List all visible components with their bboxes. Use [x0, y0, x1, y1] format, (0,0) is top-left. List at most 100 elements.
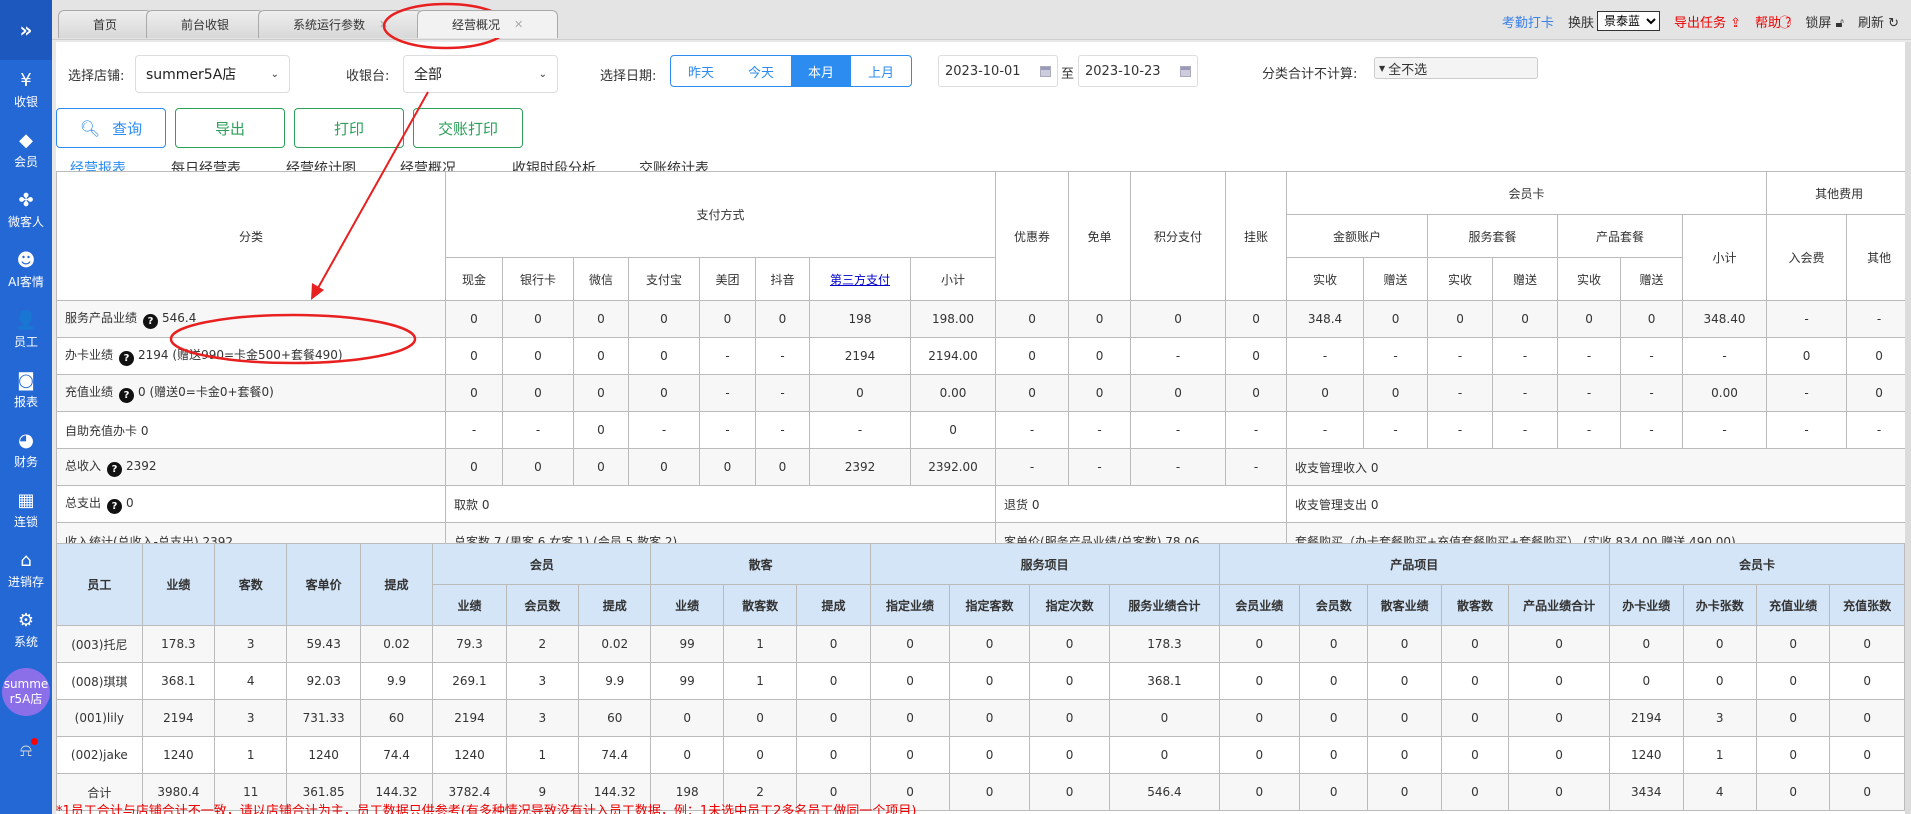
query-button[interactable]: 🔍︎ 查询 — [56, 108, 166, 148]
help-icon[interactable]: ? — [119, 351, 135, 366]
date-range-button[interactable]: 今天 — [731, 56, 791, 86]
sidebar-item[interactable]: ▦ 连锁 — [0, 480, 52, 540]
staff-cell: 0 — [1829, 662, 1905, 700]
calendar-icon[interactable] — [1180, 65, 1191, 77]
staff-cell: 0 — [1755, 773, 1831, 811]
report-cell: - — [1427, 411, 1494, 449]
header-payment-col: 支付宝 — [628, 257, 700, 301]
sidebar-item[interactable]: ◆ 会员 — [0, 120, 52, 180]
staff-cell: 0 — [1367, 773, 1442, 811]
export-tasks-label: 导出任务 — [1673, 15, 1726, 31]
staff-cell: 0 — [796, 662, 871, 700]
help-link[interactable]: 帮助 ?⃝ — [1755, 12, 1791, 31]
date-range-button[interactable]: 上月 — [851, 56, 911, 86]
header-gift: 赠送 — [1492, 257, 1559, 301]
header-payment-col: 银行卡 — [502, 257, 574, 301]
header-payment-col[interactable]: 第三方支付 — [809, 257, 911, 301]
report-cell: - — [699, 337, 756, 375]
staff-cell: 269.1 — [432, 662, 507, 700]
report-cell: 0 — [1130, 300, 1227, 338]
report-row-label: 自助充值办卡 0 — [56, 411, 446, 449]
close-icon[interactable]: ✕ — [379, 18, 388, 31]
staff-cell: 0 — [1682, 625, 1757, 663]
export-tasks-link[interactable]: 导出任务 ⇪ — [1674, 12, 1741, 31]
sidebar-item[interactable]: ✤ 微客人 — [0, 180, 52, 240]
sidebar-icon: ◙ — [17, 369, 35, 391]
close-icon[interactable]: ✕ — [514, 18, 523, 31]
store-select[interactable]: summer5A店 ⌄ — [135, 55, 290, 93]
print-button[interactable]: 打印 — [294, 108, 404, 148]
report-cell: 2194 — [809, 337, 911, 375]
staff-cell: 92.03 — [286, 662, 361, 700]
sidebar-toggle[interactable]: » — [0, 0, 52, 60]
date-range-button[interactable]: 昨天 — [671, 56, 731, 86]
top-bar: 首页 前台收银 系统运行参数 ✕ 经营概况 ✕ 考勤打卡 换肤 景泰蓝 导出任务 ⇪ 帮助… — [52, 0, 1911, 40]
exclude-category-select[interactable]: ▼ 全不选 — [1374, 57, 1538, 79]
page-tab[interactable]: 首页 — [58, 10, 153, 38]
header-payment-col-label: 微信 — [588, 272, 613, 287]
sidebar-item[interactable]: ¥ 收银 — [0, 60, 52, 120]
report-cell: 0 — [628, 374, 700, 412]
store-avatar[interactable]: summer5A店 — [2, 668, 50, 716]
vertical-scrollbar[interactable] — [1905, 42, 1911, 814]
notification-bell[interactable]: ⍾ — [16, 738, 38, 762]
row-value: 546.4 — [162, 311, 197, 325]
page-tab[interactable]: 系统运行参数 ✕ — [258, 10, 424, 38]
staff-cell: 0 — [1755, 662, 1831, 700]
sidebar-item[interactable]: ◕ 财务 — [0, 420, 52, 480]
third-party-payment-link[interactable]: 第三方支付 — [830, 273, 890, 287]
report-cell: - — [1068, 448, 1132, 486]
staff-cell: 0 — [949, 773, 1030, 811]
date-to-input[interactable]: 2023-10-23 — [1078, 55, 1198, 87]
staff-cell: 0 — [1609, 662, 1684, 700]
attendance-link[interactable]: 考勤打卡 — [1502, 12, 1554, 31]
staff-cell: 0 — [869, 699, 951, 737]
staff-cell: 0 — [1109, 699, 1220, 737]
export-button[interactable]: 导出 — [175, 108, 285, 148]
page-tab[interactable]: 经营概况 ✕ — [417, 10, 559, 38]
sidebar-item[interactable]: ⌂ 进销存 — [0, 540, 52, 600]
row-value: 2194 — [138, 348, 169, 362]
staff-subheader: 会员业绩 — [1218, 584, 1301, 626]
header-card-subtotal: 小计 — [1682, 214, 1768, 301]
skin-label: 换肤 — [1567, 15, 1594, 31]
skin-select[interactable]: 景泰蓝 — [1596, 11, 1660, 31]
report-cell: 0 — [445, 337, 503, 375]
report-cell: - — [1363, 337, 1429, 375]
header-amount-account: 金额账户 — [1286, 214, 1429, 258]
report-cell: 0 — [502, 374, 574, 412]
date-from-input[interactable]: 2023-10-01 — [938, 55, 1058, 87]
lock-icon: 🔓︎ — [1835, 15, 1844, 31]
sidebar-item[interactable]: ☻ AI客情 — [0, 240, 52, 300]
help-icon[interactable]: ? — [107, 499, 123, 514]
sidebar-item[interactable]: ◙ 报表 — [0, 360, 52, 420]
report-cell: - — [699, 411, 756, 449]
sidebar-item[interactable]: ⚙ 系统 — [0, 600, 52, 660]
report-row-expense: 总支出? 0 取款 0 退货 0 收支管理支出 0 — [56, 485, 1911, 523]
staff-cell: 0 — [1609, 625, 1684, 663]
shift-print-button[interactable]: 交账打印 — [413, 108, 523, 148]
register-select[interactable]: 全部 ⌄ — [403, 55, 558, 93]
help-icon[interactable]: ? — [143, 314, 159, 329]
report-cell: - — [1492, 374, 1559, 412]
staff-cell: 0 — [949, 736, 1030, 774]
report-cell: 0 — [995, 337, 1070, 375]
calendar-icon[interactable] — [1040, 65, 1051, 77]
staff-subheader: 产品业绩合计 — [1508, 584, 1611, 626]
help-icon[interactable]: ? — [119, 388, 135, 403]
date-range-button[interactable]: 本月 — [791, 56, 851, 86]
report-cell: 0 — [1363, 300, 1429, 338]
lock-screen-link[interactable]: 锁屏 🔓︎ — [1805, 12, 1844, 31]
page-tab[interactable]: 前台收银 — [146, 10, 265, 38]
sidebar-item[interactable]: 👤 员工 — [0, 300, 52, 360]
staff-name: (002)jake — [56, 736, 143, 774]
sidebar-item-label: 微客人 — [7, 214, 44, 229]
upload-icon: ⇪ — [1730, 15, 1742, 31]
refresh-link[interactable]: 刷新 ↻ — [1858, 12, 1899, 31]
help-icon[interactable]: ? — [107, 462, 123, 477]
report-row-label: 总收入? 2392 — [56, 448, 446, 486]
report-cell: - — [1363, 411, 1429, 449]
staff-cell: 0 — [1440, 773, 1510, 811]
staff-cell: 99 — [650, 662, 724, 700]
report-row-label: 办卡业绩? 2194 (赠送990=卡金500+套餐490) — [56, 337, 446, 375]
